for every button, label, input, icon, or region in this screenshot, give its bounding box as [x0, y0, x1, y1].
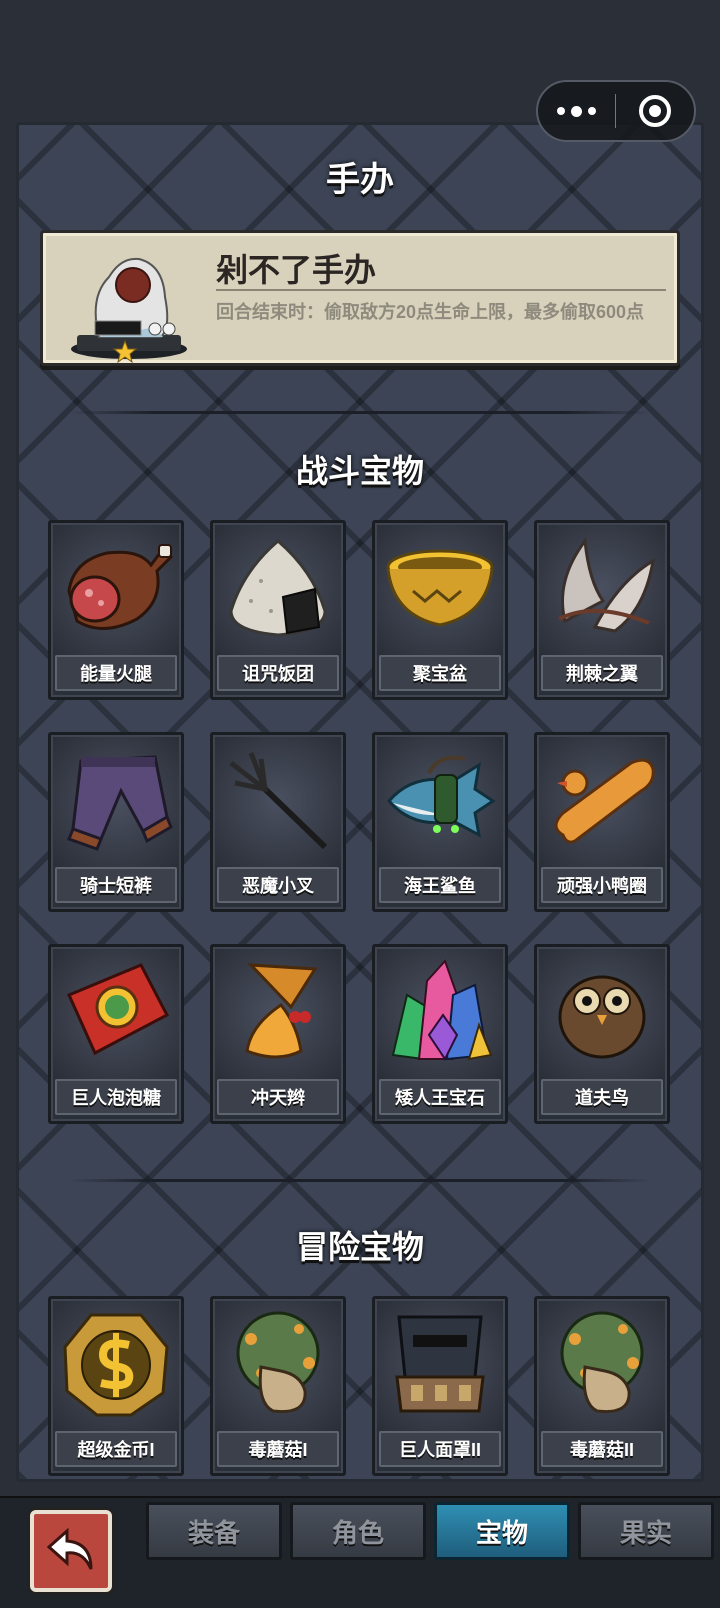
adventure-item[interactable]: 毒蘑菇II [534, 1296, 670, 1476]
item-label: 巨人面罩II [379, 1431, 501, 1467]
close-target-icon[interactable] [616, 82, 694, 140]
giant-mask-icon [395, 1315, 485, 1413]
featured-item-card[interactable]: 剁不了手办 回合结束时：偷取敌方20点生命上限，最多偷取600点 [40, 230, 680, 366]
item-label: 超级金币I [55, 1431, 177, 1467]
shark-icon [387, 755, 496, 838]
item-label: 道夫鸟 [541, 1079, 663, 1115]
battle-item[interactable]: 荆棘之翼 [534, 520, 670, 700]
ham-icon [67, 544, 173, 631]
battle-item[interactable]: 冲天辫 [210, 944, 346, 1124]
battle-item[interactable]: 巨人泡泡糖 [48, 944, 184, 1124]
back-button[interactable] [30, 1510, 112, 1592]
trident-icon [229, 752, 328, 850]
adventure-item[interactable]: 超级金币I [48, 1296, 184, 1476]
poison-mushroom-icon [560, 1311, 644, 1414]
adventure-item[interactable]: 毒蘑菇I [210, 1296, 346, 1476]
figurine-icon [71, 257, 187, 363]
treasure-bowl-icon [386, 549, 494, 627]
item-label: 荆棘之翼 [541, 655, 663, 691]
battle-item[interactable]: 骑士短裤 [48, 732, 184, 912]
battle-item[interactable]: 能量火腿 [48, 520, 184, 700]
more-icon[interactable] [538, 82, 615, 140]
item-label: 海王鲨鱼 [379, 867, 501, 903]
poison-mushroom-icon [236, 1311, 320, 1414]
adventure-section-title: 冒险宝物 [295, 1229, 424, 1265]
featured-divider [216, 289, 666, 291]
item-label: 顽强小鸭圈 [541, 867, 663, 903]
miniprogram-capsule [536, 80, 696, 142]
item-label: 毒蘑菇I [217, 1431, 339, 1467]
battle-item[interactable]: 诅咒饭团 [210, 520, 346, 700]
riceball-icon [229, 539, 327, 637]
tab-fruits[interactable]: 果实 [578, 1502, 714, 1560]
item-label: 骑士短裤 [55, 867, 177, 903]
section-divider [70, 411, 650, 414]
item-label: 能量火腿 [55, 655, 177, 691]
gum-box-icon [67, 963, 170, 1056]
adventure-item[interactable]: 巨人面罩II [372, 1296, 508, 1476]
ponytail-icon [245, 963, 318, 1059]
gold-coin-icon [63, 1313, 169, 1417]
battle-item[interactable]: 矮人王宝石 [372, 944, 508, 1124]
item-label: 巨人泡泡糖 [55, 1079, 177, 1115]
item-label: 毒蘑菇II [541, 1431, 663, 1467]
owl-icon [558, 975, 646, 1059]
featured-item-description: 回合结束时：偷取敌方20点生命上限，最多偷取600点 [216, 302, 645, 322]
battle-section-title: 战斗宝物 [295, 453, 424, 489]
battle-item[interactable]: 道夫鸟 [534, 944, 670, 1124]
battle-item[interactable]: 恶魔小叉 [210, 732, 346, 912]
battle-item[interactable]: 聚宝盆 [372, 520, 508, 700]
back-arrow-icon [46, 1527, 93, 1570]
page-title: 手办 [326, 161, 394, 199]
gem-icon [391, 959, 493, 1061]
item-label: 恶魔小叉 [217, 867, 339, 903]
section-divider [70, 1179, 650, 1182]
tab-characters[interactable]: 角色 [290, 1502, 426, 1560]
battle-item[interactable]: 顽强小鸭圈 [534, 732, 670, 912]
tab-equipment[interactable]: 装备 [146, 1502, 282, 1560]
shorts-icon [67, 755, 173, 851]
item-label: 诅咒饭团 [217, 655, 339, 691]
duck-ring-icon [554, 758, 655, 844]
tab-treasures[interactable]: 宝物 [434, 1502, 570, 1560]
battle-item[interactable]: 海王鲨鱼 [372, 732, 508, 912]
item-label: 冲天辫 [217, 1079, 339, 1115]
item-label: 矮人王宝石 [379, 1079, 501, 1115]
thorn-wing-icon [558, 537, 656, 633]
featured-item-name: 剁不了手办 [216, 252, 377, 288]
item-label: 聚宝盆 [379, 655, 501, 691]
